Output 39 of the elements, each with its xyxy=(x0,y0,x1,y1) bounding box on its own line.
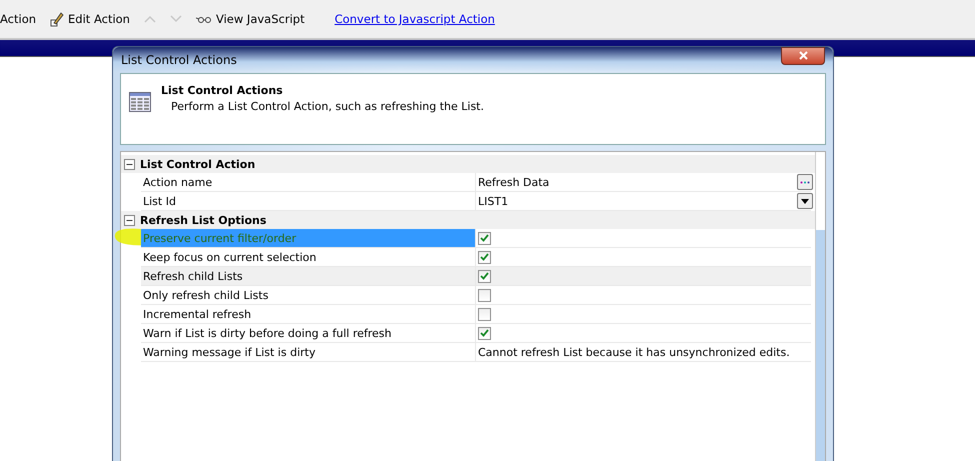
collapse-icon[interactable] xyxy=(124,214,135,226)
toolbar-button[interactable]: Edit Action xyxy=(68,12,130,26)
toolbar-button[interactable]: View JavaScript xyxy=(216,12,305,26)
dropdown-button[interactable] xyxy=(797,193,813,209)
checkbox[interactable] xyxy=(478,250,491,264)
property-label[interactable]: Action name xyxy=(141,173,476,191)
property-label[interactable]: Refresh child Lists xyxy=(141,267,476,285)
caret-icon xyxy=(801,198,809,204)
window-title: List Control Actions xyxy=(121,52,237,66)
checkbox[interactable] xyxy=(478,232,491,244)
checkbox[interactable] xyxy=(478,326,491,340)
pencil-icon xyxy=(50,11,64,27)
list-icon xyxy=(129,92,151,112)
close-icon xyxy=(798,51,808,60)
property-label[interactable]: Incremental refresh xyxy=(141,305,476,323)
ellipsis-icon xyxy=(800,180,810,184)
property-value: Refresh Data xyxy=(478,176,550,188)
ellipsis-button[interactable] xyxy=(797,174,813,190)
property-label[interactable]: Keep focus on current selection xyxy=(141,248,476,266)
toolbar-button[interactable]: Action xyxy=(0,12,36,26)
collapse-icon[interactable] xyxy=(124,158,135,170)
checkbox[interactable] xyxy=(478,288,491,302)
category-name: Refresh List Options xyxy=(140,214,266,226)
category-name: List Control Action xyxy=(140,158,256,170)
header-description: Perform a List Control Action, such as refreshing the List. xyxy=(171,100,484,113)
checkbox[interactable] xyxy=(478,308,491,320)
scrollbar-thumb[interactable] xyxy=(816,230,825,461)
close-button[interactable] xyxy=(781,46,825,64)
property-label[interactable]: Warning message if List is dirty xyxy=(141,343,476,361)
property-label[interactable]: Only refresh child Lists xyxy=(141,286,476,304)
property-label[interactable]: Warn if List is dirty before doing a full refresh xyxy=(141,324,476,342)
scrollbar[interactable] xyxy=(815,152,825,461)
property-label[interactable]: List Id xyxy=(141,192,476,210)
property-value: LIST1 xyxy=(478,194,508,208)
header-title: List Control Actions xyxy=(161,84,284,97)
checkbox[interactable] xyxy=(478,270,491,282)
convert-link[interactable]: Convert to Javascript Action xyxy=(334,12,495,26)
property-value: Cannot refresh List because it has unsynchronized edits. xyxy=(478,346,790,358)
glasses-icon xyxy=(196,15,212,23)
